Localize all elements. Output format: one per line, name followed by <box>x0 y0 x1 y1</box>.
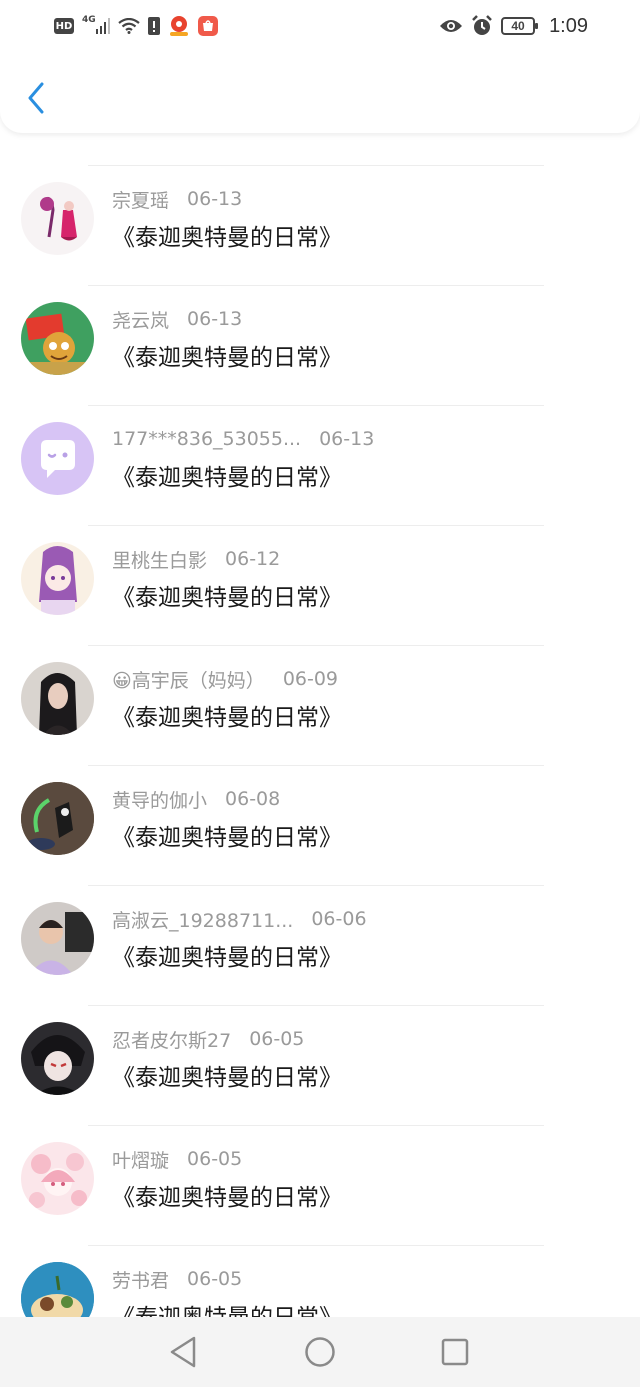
status-bar: HD 4G 40 1:09 <box>0 0 640 52</box>
wifi-icon <box>117 18 140 34</box>
post-date: 06-09 <box>282 668 339 690</box>
back-triangle-icon <box>170 1336 196 1368</box>
list-item[interactable]: 黄导的伽小 06-08 《泰迦奥特曼的日常》 <box>0 766 640 886</box>
item-title[interactable]: 《泰迦奥特曼的日常》 <box>112 1178 342 1212</box>
user-name[interactable]: 😀高宇辰（妈妈） <box>112 666 265 693</box>
post-date: 06-05 <box>249 1028 305 1050</box>
item-title[interactable]: 《泰迦奥特曼的日常》 <box>112 938 342 972</box>
shop-app-icon <box>197 16 218 36</box>
list-item[interactable]: 忍者皮尔斯27 06-05 《泰迦奥特曼的日常》 <box>0 1006 640 1126</box>
back-button[interactable] <box>18 76 54 120</box>
item-title[interactable]: 《泰迦奥特曼的日常》 <box>112 1298 342 1317</box>
item-meta: 黄导的伽小 06-08 <box>112 786 280 812</box>
alert-icon <box>147 16 160 36</box>
item-title[interactable]: 《泰迦奥特曼的日常》 <box>112 1058 342 1092</box>
eye-icon <box>439 18 463 34</box>
user-name[interactable]: 宗夏瑶 <box>112 186 169 213</box>
chevron-left-icon <box>28 82 44 114</box>
post-date: 06-08 <box>225 788 281 810</box>
status-right: 40 1:09 <box>439 15 588 38</box>
list-item[interactable]: 劳书君 06-05 《泰迦奥特曼的日常》 <box>0 1246 640 1317</box>
avatar[interactable] <box>21 902 94 975</box>
item-meta: 高淑云_19288711... 06-06 <box>112 906 367 932</box>
post-date: 06-05 <box>187 1148 243 1170</box>
avatar[interactable] <box>21 182 94 255</box>
list-item[interactable]: 高淑云_19288711... 06-06 《泰迦奥特曼的日常》 <box>0 886 640 1006</box>
item-meta: 177***836_53055... 06-13 <box>112 426 374 452</box>
nav-home-button[interactable] <box>303 1335 337 1369</box>
avatar[interactable] <box>21 782 94 855</box>
item-meta: 宗夏瑶 06-13 <box>112 186 242 212</box>
item-title[interactable]: 《泰迦奥特曼的日常》 <box>112 578 342 612</box>
user-name[interactable]: 尧云岚 <box>112 306 169 333</box>
home-circle-icon <box>305 1337 335 1367</box>
item-title[interactable]: 《泰迦奥特曼的日常》 <box>112 218 342 252</box>
map-app-icon <box>168 15 190 37</box>
post-date: 06-06 <box>311 908 367 930</box>
item-title[interactable]: 《泰迦奥特曼的日常》 <box>112 698 342 732</box>
nav-back-button[interactable] <box>166 1335 200 1369</box>
item-meta: 😀高宇辰（妈妈） 06-09 <box>112 666 338 692</box>
alarm-icon <box>471 15 493 37</box>
nav-recents-button[interactable] <box>438 1335 472 1369</box>
avatar[interactable] <box>21 1022 94 1095</box>
list-item[interactable]: 叶熠璇 06-05 《泰迦奥特曼的日常》 <box>0 1126 640 1246</box>
battery-icon: 40 <box>501 17 539 35</box>
user-name[interactable]: 177***836_53055... <box>112 428 301 450</box>
list-item[interactable]: 177***836_53055... 06-13 《泰迦奥特曼的日常》 <box>0 406 640 526</box>
comment-list[interactable]: 宗夏瑶 06-13 《泰迦奥特曼的日常》 尧云岚 06-13 《泰迦奥特曼的日常… <box>0 52 640 1317</box>
item-meta: 尧云岚 06-13 <box>112 306 242 332</box>
list-item[interactable]: 😀高宇辰（妈妈） 06-09 《泰迦奥特曼的日常》 <box>0 646 640 766</box>
item-title[interactable]: 《泰迦奥特曼的日常》 <box>112 818 342 852</box>
system-nav-bar <box>0 1317 640 1387</box>
avatar[interactable] <box>21 1262 94 1317</box>
signal-icon: 4G <box>82 15 110 34</box>
item-meta: 里桃生白影 06-12 <box>112 546 280 572</box>
post-date: 06-13 <box>187 188 243 210</box>
network-label: 4G <box>82 15 96 25</box>
post-date: 06-13 <box>187 308 243 330</box>
avatar[interactable] <box>21 1142 94 1215</box>
avatar[interactable] <box>21 542 94 615</box>
header-card: HD 4G 40 1:09 <box>0 0 640 133</box>
avatar[interactable] <box>21 422 94 495</box>
list-item[interactable]: 里桃生白影 06-12 《泰迦奥特曼的日常》 <box>0 526 640 646</box>
item-meta: 叶熠璇 06-05 <box>112 1146 242 1172</box>
avatar[interactable] <box>21 302 94 375</box>
item-meta: 劳书君 06-05 <box>112 1266 242 1292</box>
post-date: 06-13 <box>319 428 375 450</box>
status-left: HD 4G <box>54 15 218 37</box>
user-name[interactable]: 高淑云_19288711... <box>112 906 293 933</box>
post-date: 06-05 <box>187 1268 243 1290</box>
list-item[interactable]: 尧云岚 06-13 《泰迦奥特曼的日常》 <box>0 286 640 406</box>
post-date: 06-12 <box>225 548 281 570</box>
clock-time: 1:09 <box>549 14 588 37</box>
user-name[interactable]: 黄导的伽小 <box>112 786 207 813</box>
item-meta: 忍者皮尔斯27 06-05 <box>112 1026 304 1052</box>
avatar[interactable] <box>21 662 94 735</box>
item-title[interactable]: 《泰迦奥特曼的日常》 <box>112 458 342 492</box>
user-name[interactable]: 里桃生白影 <box>112 546 207 573</box>
user-name[interactable]: 忍者皮尔斯27 <box>112 1026 231 1053</box>
hd-badge: HD <box>54 18 74 34</box>
list-item[interactable]: 宗夏瑶 06-13 《泰迦奥特曼的日常》 <box>0 166 640 286</box>
recents-square-icon <box>441 1338 469 1366</box>
item-title[interactable]: 《泰迦奥特曼的日常》 <box>112 338 342 372</box>
user-name[interactable]: 劳书君 <box>112 1266 169 1293</box>
user-name[interactable]: 叶熠璇 <box>112 1146 169 1173</box>
